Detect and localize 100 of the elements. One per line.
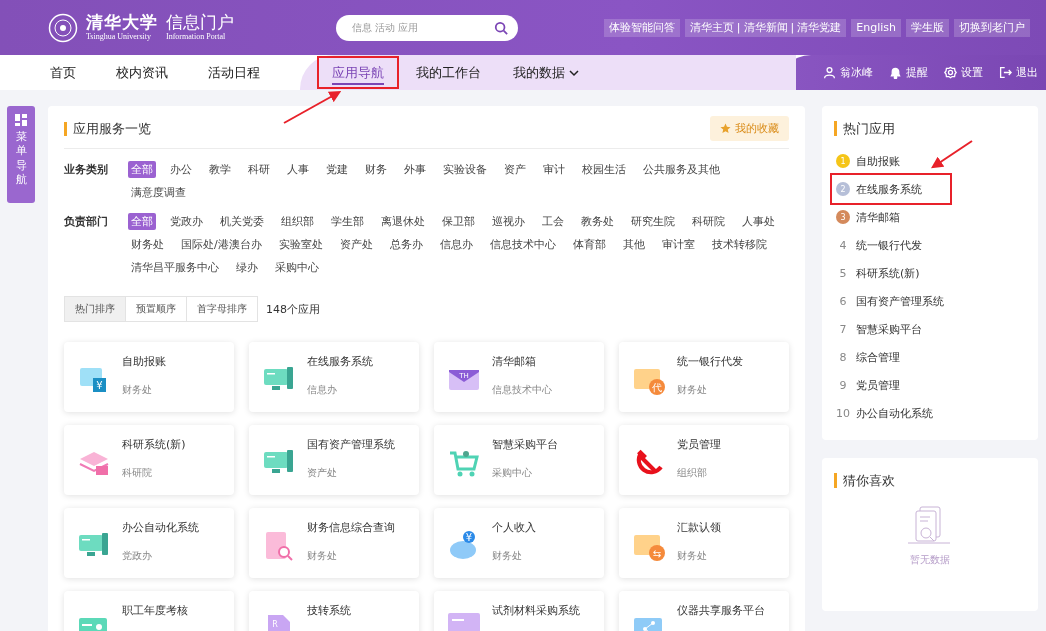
filter-tag[interactable]: 体育部 [569, 236, 609, 253]
nav-tab[interactable]: 应用导航 [316, 55, 400, 90]
rank-number: 7 [838, 322, 848, 336]
filter-tag[interactable]: 教务处 [578, 213, 617, 230]
hot-app-item[interactable]: 2 在线服务系统 [832, 175, 950, 203]
user-action-link[interactable]: 设置 [944, 65, 983, 80]
app-department: 采购中心 [492, 466, 533, 480]
search-field[interactable]: 信息 活动 应用 [336, 14, 518, 41]
filter-tag[interactable]: 教学 [206, 161, 234, 178]
app-department: 财务处 [492, 549, 523, 563]
app-card[interactable]: 科研系统(新) 科研院 [64, 425, 234, 495]
hot-app-item[interactable]: 9 党员管理 [832, 371, 950, 399]
app-card[interactable]: 试剂材料采购系统 [434, 591, 604, 631]
menu-nav-button[interactable]: 菜单导航 [7, 106, 35, 203]
filter-tag[interactable]: 全部 [128, 213, 156, 230]
top-link[interactable]: 清华党建 [797, 20, 842, 35]
app-department: 资产处 [307, 466, 338, 480]
filter-tag[interactable]: 保卫部 [439, 213, 478, 230]
app-card[interactable]: 国有资产管理系统 资产处 [249, 425, 419, 495]
hot-app-item[interactable]: 3 清华邮箱 [832, 203, 950, 231]
filter-tag[interactable]: 研究生院 [628, 213, 678, 230]
app-card[interactable]: 在线服务系统 信息办 [249, 342, 419, 412]
filter-tag[interactable]: 科研院 [689, 213, 728, 230]
app-card[interactable]: 财务信息综合查询 财务处 [249, 508, 419, 578]
hot-app-item[interactable]: 5 科研系统(新) [832, 259, 950, 287]
filter-tag[interactable]: 党政办 [167, 213, 206, 230]
app-card[interactable]: 党员管理 组织部 [619, 425, 789, 495]
app-card[interactable]: 代 统一银行代发 财务处 [619, 342, 789, 412]
filter-tag[interactable]: 信息办 [436, 236, 476, 253]
filter-tag[interactable]: 其他 [619, 236, 648, 253]
app-card[interactable]: 办公自动化系统 党政办 [64, 508, 234, 578]
filter-tag[interactable]: 采购中心 [272, 259, 322, 276]
filter-tag[interactable]: 校园生活 [579, 161, 629, 178]
section-title: 应用服务一览 [64, 121, 151, 136]
filter-tag[interactable]: 巡视办 [489, 213, 528, 230]
filter-tag[interactable]: 公共服务及其他 [640, 161, 723, 178]
filter-tag[interactable]: 党建 [323, 161, 351, 178]
filter-tag[interactable]: 财务 [362, 161, 390, 178]
search-icon[interactable] [494, 20, 508, 35]
filter-tag[interactable]: 工会 [539, 213, 567, 230]
nav-tab[interactable]: 校内资讯 [96, 55, 188, 90]
hot-app-item[interactable]: 6 国有资产管理系统 [832, 287, 950, 315]
filter-tag[interactable]: 机关党委 [217, 213, 267, 230]
nav-tab[interactable]: 活动日程 [188, 55, 280, 90]
top-link[interactable]: 体验智能问答 [608, 20, 675, 35]
filter-tag[interactable]: 办公 [167, 161, 195, 178]
app-card[interactable]: 仪器共享服务平台 [619, 591, 789, 631]
filter-tag[interactable]: 实验设备 [440, 161, 490, 178]
filter-tag[interactable]: 外事 [401, 161, 429, 178]
hot-app-item[interactable]: 7 智慧采购平台 [832, 315, 950, 343]
app-card[interactable]: ⇆ 汇款认领 财务处 [619, 508, 789, 578]
star-icon [720, 123, 731, 134]
app-card[interactable]: R 技转系统 [249, 591, 419, 631]
app-department: 信息办 [307, 383, 338, 397]
app-card[interactable]: ¥ 个人收入 财务处 [434, 508, 604, 578]
filter-tag[interactable]: 组织部 [278, 213, 317, 230]
filter-tag[interactable]: 资产处 [336, 236, 376, 253]
filter-tag[interactable]: 人事处 [739, 213, 778, 230]
filter-tag[interactable]: 财务处 [128, 236, 167, 253]
hot-app-item[interactable]: 4 统一银行代发 [832, 231, 950, 259]
pointer-arrow [931, 140, 973, 169]
filter-tag[interactable]: 清华昌平服务中心 [128, 259, 222, 276]
filter-tag[interactable]: 技术转移院 [708, 236, 770, 253]
hot-app-item[interactable]: 8 综合管理 [832, 343, 950, 371]
filter-tag[interactable]: 国际处/港澳台办 [178, 236, 265, 253]
filter-tag[interactable]: 审计 [540, 161, 568, 178]
filter-tag[interactable]: 绿办 [233, 259, 261, 276]
user-icon [823, 66, 836, 79]
university-logo-text: 清华大学 [86, 14, 158, 31]
filter-tag[interactable]: 全部 [128, 161, 156, 178]
hot-app-item[interactable]: 1 自助报账 [832, 147, 950, 175]
filter-tag[interactable]: 人事 [284, 161, 312, 178]
filter-tag[interactable]: 审计室 [658, 236, 698, 253]
top-link[interactable]: 学生版 [911, 20, 944, 35]
top-link[interactable]: 清华新闻 [743, 20, 788, 35]
filter-tag[interactable]: 科研 [245, 161, 273, 178]
nav-tab[interactable]: 首页 [30, 55, 96, 90]
filter-tag[interactable]: 离退休处 [378, 213, 428, 230]
user-action-link[interactable]: 退出 [999, 65, 1038, 80]
filter-tag[interactable]: 满意度调查 [128, 184, 189, 201]
app-card[interactable]: ¥ 自助报账 财务处 [64, 342, 234, 412]
filter-tag[interactable]: 总务办 [386, 236, 426, 253]
top-link[interactable]: 清华主页 [689, 20, 734, 35]
filter-tag[interactable]: 信息技术中心 [486, 236, 559, 253]
nav-tab[interactable]: 我的数据 [497, 55, 595, 90]
app-card[interactable]: 职工年度考核 [64, 591, 234, 631]
filter-tag[interactable]: 资产 [501, 161, 529, 178]
hot-app-item[interactable]: 10 办公自动化系统 [832, 399, 950, 427]
nav-tab[interactable]: 我的工作台 [400, 55, 497, 90]
filter-tag[interactable]: 实验室处 [275, 236, 326, 253]
sort-tab[interactable]: 热门排序 [65, 297, 126, 321]
filter-tag[interactable]: 学生部 [328, 213, 367, 230]
app-card[interactable]: 智慧采购平台 采购中心 [434, 425, 604, 495]
top-link[interactable]: 切换到老门户 [959, 20, 1025, 35]
rank-number: 6 [838, 294, 848, 308]
user-action-link[interactable]: 翁冰峰 [823, 65, 873, 80]
top-link[interactable]: English [856, 21, 896, 34]
user-action-link[interactable]: 提醒 [889, 65, 928, 80]
app-name: 清华邮箱 [492, 354, 537, 369]
app-name: 汇款认领 [677, 520, 721, 535]
